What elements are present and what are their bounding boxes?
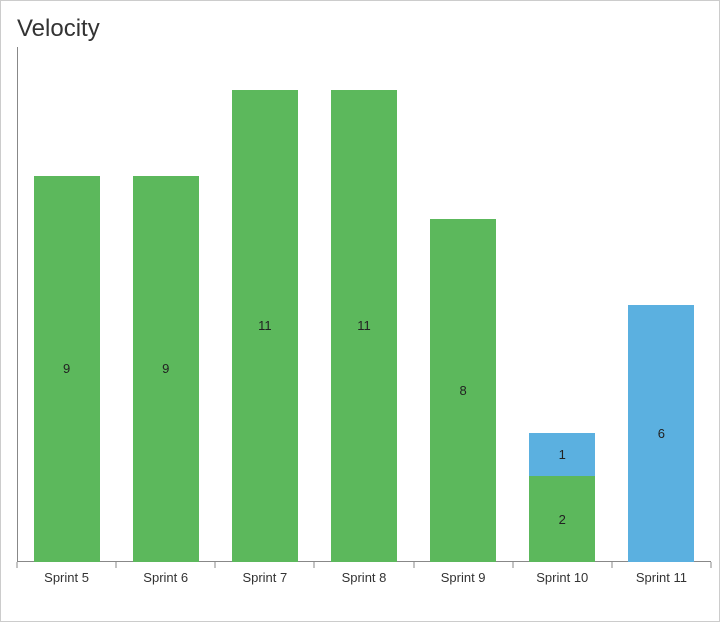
x-axis-label: Sprint 7 xyxy=(215,570,314,585)
bar-segment-completed: 9 xyxy=(133,176,199,562)
x-tick xyxy=(413,562,414,568)
bar-segment-planned: 6 xyxy=(628,305,694,563)
bar-segment-planned: 1 xyxy=(529,433,595,476)
bar-segment-completed: 9 xyxy=(34,176,100,562)
bars-container: 9911118216 xyxy=(17,47,711,562)
bar-value-label: 2 xyxy=(559,512,566,527)
x-tick xyxy=(512,562,513,568)
x-tick xyxy=(215,562,216,568)
bar-value-label: 8 xyxy=(460,383,467,398)
bar-value-label: 9 xyxy=(162,361,169,376)
bar-stack: 11 xyxy=(331,90,397,562)
x-axis-label: Sprint 6 xyxy=(116,570,215,585)
bar-segment-completed: 2 xyxy=(529,476,595,562)
x-axis-label: Sprint 11 xyxy=(612,570,711,585)
bar-column: 11 xyxy=(314,47,413,562)
x-tick xyxy=(314,562,315,568)
bar-column: 21 xyxy=(513,47,612,562)
bar-column: 11 xyxy=(215,47,314,562)
velocity-chart: Velocity 9911118216 Sprint 5Sprint 6Spri… xyxy=(0,0,720,622)
bar-value-label: 6 xyxy=(658,426,665,441)
bar-column: 9 xyxy=(17,47,116,562)
x-axis-label: Sprint 5 xyxy=(17,570,116,585)
x-axis-label: Sprint 10 xyxy=(513,570,612,585)
bar-column: 6 xyxy=(612,47,711,562)
bar-value-label: 11 xyxy=(258,318,272,333)
x-tick xyxy=(116,562,117,568)
bar-column: 8 xyxy=(414,47,513,562)
bar-stack: 21 xyxy=(529,433,595,562)
x-axis-label: Sprint 9 xyxy=(414,570,513,585)
bar-value-label: 1 xyxy=(559,447,566,462)
x-tick xyxy=(711,562,712,568)
x-axis-labels: Sprint 5Sprint 6Sprint 7Sprint 8Sprint 9… xyxy=(17,570,711,585)
bar-segment-completed: 8 xyxy=(430,219,496,562)
bar-stack: 9 xyxy=(133,176,199,562)
bar-segment-completed: 11 xyxy=(331,90,397,562)
bar-stack: 9 xyxy=(34,176,100,562)
x-axis-label: Sprint 8 xyxy=(314,570,413,585)
bar-value-label: 9 xyxy=(63,361,70,376)
x-tick xyxy=(17,562,18,568)
bar-value-label: 11 xyxy=(357,318,371,333)
bar-column: 9 xyxy=(116,47,215,562)
chart-title: Velocity xyxy=(17,15,709,43)
x-tick xyxy=(611,562,612,568)
bar-stack: 11 xyxy=(232,90,298,562)
bar-stack: 8 xyxy=(430,219,496,562)
bar-segment-completed: 11 xyxy=(232,90,298,562)
bar-stack: 6 xyxy=(628,305,694,563)
plot-area: 9911118216 xyxy=(17,47,711,562)
